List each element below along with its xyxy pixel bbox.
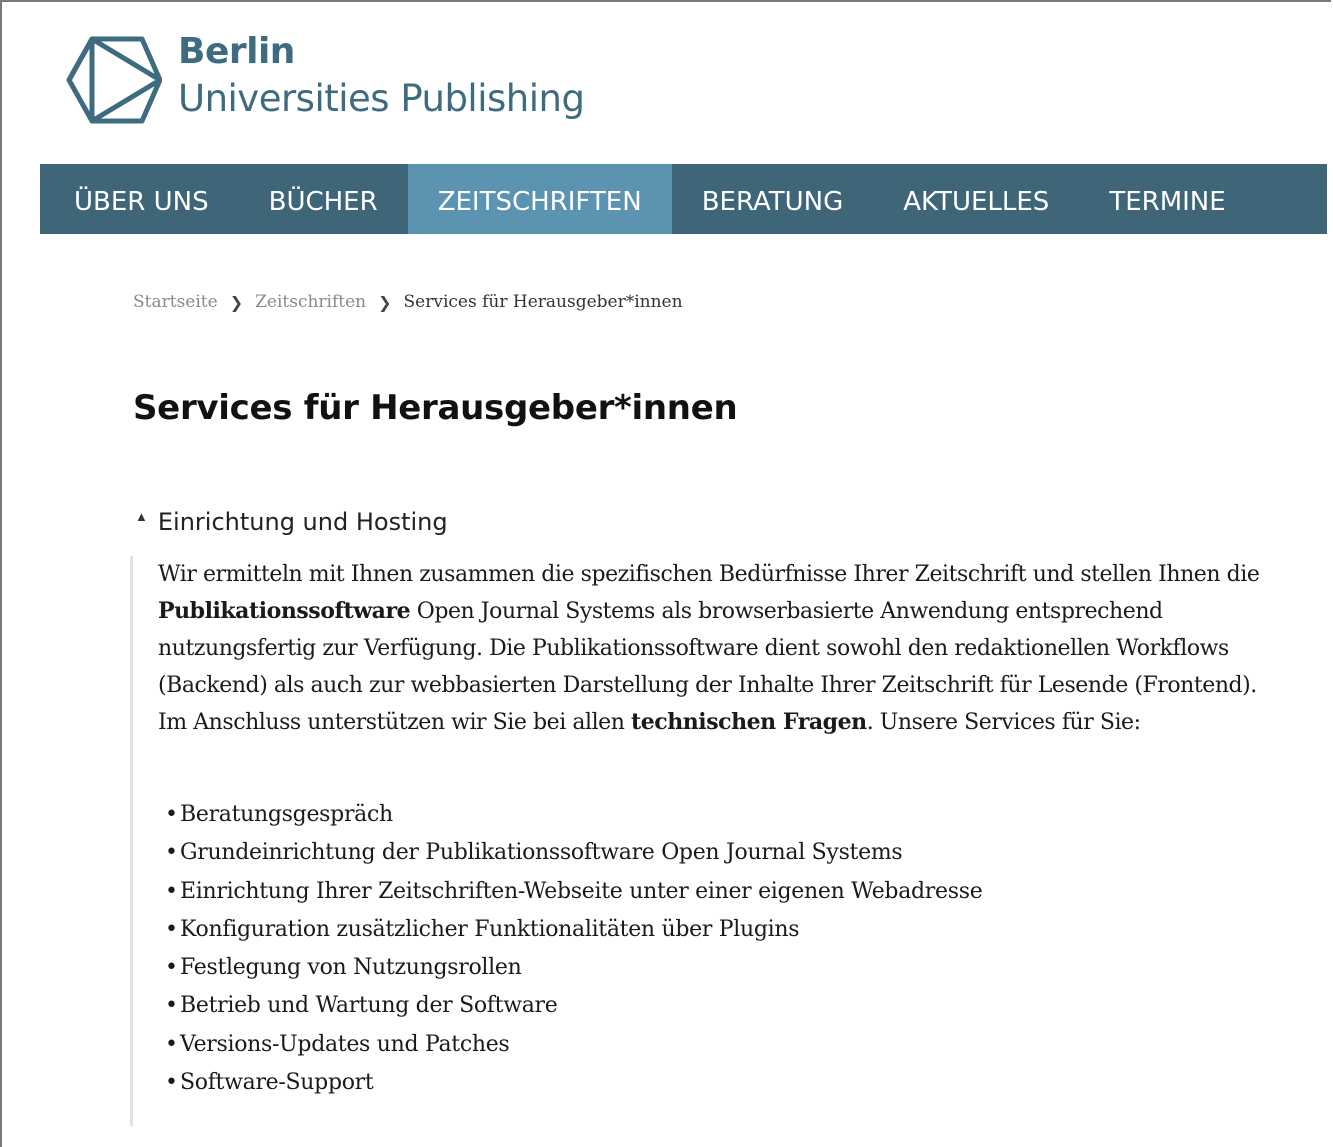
breadcrumb: Startseite ❯ Zeitschriften ❯ Services fü… <box>133 292 683 312</box>
accordion-toggle-einrichtung[interactable]: ▲ Einrichtung und Hosting <box>135 508 448 536</box>
hexagon-triangle-logo-icon[interactable] <box>66 36 162 124</box>
intro-bold-publikationssoftware: Publikationssoftware <box>158 598 411 624</box>
nav-item-aktuelles[interactable]: AKTUELLES <box>873 164 1079 234</box>
breadcrumb-startseite[interactable]: Startseite <box>133 292 218 312</box>
intro-bold-technische-fragen: technischen Fragen <box>631 709 867 735</box>
list-item: • Beratungsgespräch <box>165 802 393 827</box>
list-item: • Grundeinrichtung der Publikationssoftwa… <box>165 840 903 866</box>
brand-line-2: Universities Publishing <box>178 77 585 120</box>
list-item: • Konfiguration zusätzlicher Funktionalit… <box>165 916 800 942</box>
list-item: • Software-Support <box>165 1070 374 1096</box>
accordion-intro-text: Wir ermitteln mit Ihnen zusammen die spe… <box>158 556 1268 741</box>
brand-name[interactable]: Berlin Universities Publishing <box>178 30 585 124</box>
main-nav: ÜBER UNS BÜCHER ZEITSCHRIFTEN BERATUNG A… <box>40 164 1327 234</box>
breadcrumb-zeitschriften[interactable]: Zeitschriften <box>255 292 366 312</box>
services-list: • Beratungsgespräch • Grundeinrichtung der… <box>158 796 983 1102</box>
nav-item-beratung[interactable]: BERATUNG <box>672 164 874 234</box>
nav-item-zeitschriften[interactable]: ZEITSCHRIFTEN <box>407 164 672 234</box>
list-item: • Betrieb und Wartung der Software <box>165 993 558 1019</box>
intro-text-part: . Unsere Services für Sie: <box>866 710 1141 735</box>
chevron-right-icon: ❯ <box>229 292 244 312</box>
accordion-panel: Wir ermitteln mit Ihnen zusammen die spe… <box>130 556 1270 1126</box>
list-item: • Versions-Updates und Patches <box>165 1031 510 1057</box>
caret-up-icon: ▲ <box>135 508 148 524</box>
nav-item-termine[interactable]: TERMINE <box>1079 164 1255 234</box>
accordion-title: Einrichtung und Hosting <box>157 508 448 536</box>
nav-item-ueber-uns[interactable]: ÜBER UNS <box>40 164 239 234</box>
page-title: Services für Herausgeber*innen <box>133 388 738 428</box>
brand-line-1: Berlin <box>178 31 295 72</box>
nav-item-buecher[interactable]: BÜCHER <box>239 164 408 234</box>
list-item: • Festlegung von Nutzungsrollen <box>165 955 522 981</box>
chevron-right-icon: ❯ <box>378 292 392 312</box>
intro-text-part: Wir ermitteln mit Ihnen zusammen die spe… <box>158 562 1260 587</box>
list-item: • Einrichtung Ihrer Zeitschriften-Webseit… <box>165 878 983 904</box>
breadcrumb-current: Services für Herausgeber*innen <box>403 292 683 312</box>
